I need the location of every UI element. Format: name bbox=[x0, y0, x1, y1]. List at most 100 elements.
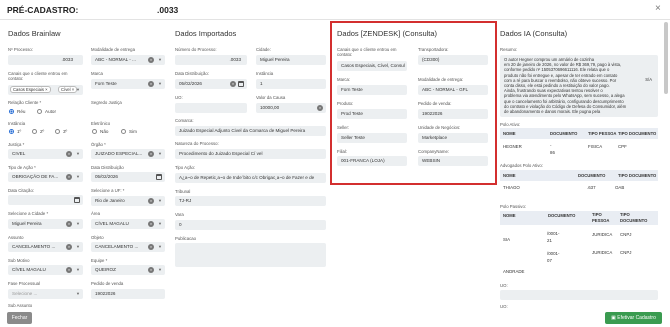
zd-unidade-field[interactable]: Marketplace bbox=[418, 133, 488, 143]
chip-civel[interactable]: Cível × bbox=[58, 86, 78, 93]
clear-icon[interactable]: × bbox=[66, 151, 72, 157]
zd-pedido-field[interactable]: 19022026 bbox=[418, 109, 488, 119]
imp-publicacao-label: Publicacao bbox=[175, 236, 197, 241]
adv-ativo-header: NOME DOCUMENTO TIPO DOCUMENTO bbox=[500, 170, 658, 181]
equipe-select[interactable]: QUEIROZ × ▼ bbox=[91, 265, 165, 275]
imp-tribunal-label: Tribunal bbox=[175, 189, 191, 194]
radio-instancia-1[interactable] bbox=[9, 129, 14, 134]
radio-sim[interactable] bbox=[121, 129, 126, 134]
radio-autor[interactable] bbox=[37, 109, 42, 114]
data-citacao-field[interactable] bbox=[8, 195, 83, 205]
chevron-down-icon: ▼ bbox=[158, 151, 162, 156]
clear-icon[interactable]: × bbox=[66, 267, 72, 273]
chevron-down-icon: ▼ bbox=[76, 87, 80, 92]
imp-publicacao-field[interactable] bbox=[175, 243, 326, 267]
imp-distrib-label: Data Distribuição: bbox=[175, 71, 209, 76]
zd-canais-label-2: contato: bbox=[337, 52, 353, 57]
zd-transportadora-field[interactable]: (CD300) bbox=[418, 55, 488, 65]
zd-company-field[interactable]: WEBSIN bbox=[418, 156, 488, 166]
calendar-icon[interactable] bbox=[238, 81, 244, 87]
clear-icon[interactable]: × bbox=[66, 174, 72, 180]
chevron-down-icon: ▼ bbox=[158, 198, 162, 203]
pedido-field[interactable]: 19022026 bbox=[91, 289, 165, 299]
imp-comarca-field[interactable]: Juizado Especial Adjunto Civel da Comarc… bbox=[175, 126, 326, 136]
zd-modalidade-field[interactable]: ABC - NORMAL - GFL bbox=[418, 85, 488, 95]
ia-uo-field[interactable] bbox=[500, 290, 658, 300]
scrollbar[interactable] bbox=[664, 22, 668, 94]
orgao-select[interactable]: JUIZADO ESPECIAL... × ▼ bbox=[91, 149, 165, 159]
zd-filial-field[interactable]: 001-FRANCA (LOJA) bbox=[337, 156, 407, 166]
clear-icon[interactable]: × bbox=[148, 221, 154, 227]
zd-marca-field[interactable]: Forn Teste bbox=[337, 85, 407, 95]
efetivar-cadastro-button[interactable]: ▣ Efetivar Cadastro bbox=[605, 312, 662, 324]
marca-select[interactable]: Forn Teste × ▼ bbox=[91, 79, 165, 89]
imp-cidade-field[interactable]: Miguel Pereira bbox=[256, 55, 326, 65]
imp-natureza-field[interactable]: Procedimento do Juizado Especial Cí vel bbox=[175, 149, 326, 159]
calendar-icon[interactable] bbox=[156, 174, 162, 180]
imp-distrib-field[interactable]: 05/02/2026 × bbox=[175, 79, 247, 89]
radio-reu[interactable] bbox=[9, 109, 14, 114]
imp-tribunal-field[interactable]: TJ-RJ bbox=[175, 196, 326, 206]
radio-instancia-1-label: 1º bbox=[17, 129, 22, 134]
marca-label: Marca bbox=[91, 71, 103, 76]
zd-seller-field[interactable]: Seller Teste bbox=[337, 133, 407, 143]
close-icon[interactable]: × bbox=[655, 3, 661, 14]
clear-icon[interactable]: × bbox=[148, 267, 154, 273]
zd-modalidade-label: Modalidade de entrega: bbox=[418, 77, 464, 82]
clear-icon[interactable]: × bbox=[148, 151, 154, 157]
clear-icon[interactable]: × bbox=[66, 221, 72, 227]
imp-tipo-acao-field[interactable]: A¿a~o de Repetic¸a~o de Inde´bito c/c Ob… bbox=[175, 173, 326, 183]
clear-icon[interactable]: × bbox=[230, 81, 236, 87]
radio-instancia-3[interactable] bbox=[55, 129, 60, 134]
zd-seller-label: Seller: bbox=[337, 125, 350, 130]
cidade-select[interactable]: Miguel Pereira × ▼ bbox=[8, 219, 83, 229]
imp-uo-field[interactable] bbox=[175, 103, 247, 113]
imp-uo-label: UO: bbox=[175, 95, 183, 100]
zd-produto-field[interactable]: Prod Teste bbox=[337, 109, 407, 119]
process-number: .0033 bbox=[157, 5, 179, 15]
imp-valor-field[interactable]: 10000,00 × bbox=[256, 103, 326, 113]
clear-icon[interactable]: × bbox=[148, 198, 154, 204]
clear-icon[interactable]: × bbox=[148, 81, 154, 87]
radio-sim-label: Sim bbox=[129, 129, 137, 134]
area-select[interactable]: CÍVEL MAGALU × ▼ bbox=[91, 219, 165, 229]
clear-icon[interactable]: × bbox=[66, 244, 72, 250]
objeto-select[interactable]: CANCELAMENTO ... × ▼ bbox=[91, 242, 165, 252]
zd-canais-field[interactable]: Casos Especiais, Cível, Consul bbox=[337, 61, 407, 71]
radio-instancia-2[interactable] bbox=[32, 129, 37, 134]
imp-tipo-acao-label: Tipo Ação: bbox=[175, 165, 196, 170]
chevron-down-icon: ▼ bbox=[76, 267, 80, 272]
zd-company-label: CompanyName: bbox=[418, 149, 450, 154]
ia-resumo-field[interactable]: O autor Hegner comprou um armário de coz… bbox=[500, 55, 658, 117]
assunto-select[interactable]: CANCELAMENTO ... × ▼ bbox=[8, 242, 83, 252]
data-distrib-field[interactable]: 05/02/2026 bbox=[91, 172, 165, 182]
sub-assunto-label: Sub Assunto bbox=[8, 303, 33, 308]
canais-multiselect[interactable]: Casos Especiais × Cível × ▼ bbox=[8, 85, 83, 95]
fechar-button[interactable]: Fechar bbox=[7, 312, 32, 324]
imp-num-field[interactable]: .0033 bbox=[175, 55, 247, 65]
justica-select[interactable]: CIVEL × ▼ bbox=[8, 149, 83, 159]
imp-vara-label: Vara bbox=[175, 212, 184, 217]
clear-icon[interactable]: × bbox=[148, 57, 154, 63]
sub-motivo-select[interactable]: CÍVEL MAGALU × ▼ bbox=[8, 265, 83, 275]
uf-select[interactable]: Rio de Janeiro × ▼ bbox=[91, 196, 165, 206]
clear-icon[interactable]: × bbox=[317, 105, 323, 111]
data-citacao-label: Data Citação: bbox=[8, 188, 35, 193]
polo-passivo-header: NOME DOCUMENTO TIPO PESSOA TIPO DOCUMENT… bbox=[500, 211, 658, 225]
clear-icon[interactable]: × bbox=[148, 244, 154, 250]
modalidade-select[interactable]: ABC - NORMAL - ... × ▼ bbox=[91, 55, 165, 65]
chevron-down-icon: ▼ bbox=[158, 57, 162, 62]
data-distrib-label: Data Distribuição bbox=[91, 165, 124, 170]
uf-label: Selecione a UF: * bbox=[91, 188, 125, 193]
ia-polo-passivo-label: Polo Passivo: bbox=[500, 204, 527, 209]
calendar-icon[interactable] bbox=[74, 197, 80, 203]
tipo-acao-select[interactable]: OBRIGAÇÃO DE FA... × ▼ bbox=[8, 172, 83, 182]
fase-select[interactable]: Selecione ... ▼ bbox=[8, 289, 83, 299]
ia-uo-label: UO: bbox=[500, 283, 508, 288]
chip-casos-especiais[interactable]: Casos Especiais × bbox=[10, 86, 51, 93]
radio-nao[interactable] bbox=[92, 129, 97, 134]
imp-instancia-field[interactable]: 1 bbox=[256, 79, 326, 89]
num-processo-field[interactable]: .0033 bbox=[8, 55, 83, 65]
imp-vara-field[interactable]: 0 bbox=[175, 220, 326, 230]
chevron-down-icon: ▼ bbox=[158, 81, 162, 86]
